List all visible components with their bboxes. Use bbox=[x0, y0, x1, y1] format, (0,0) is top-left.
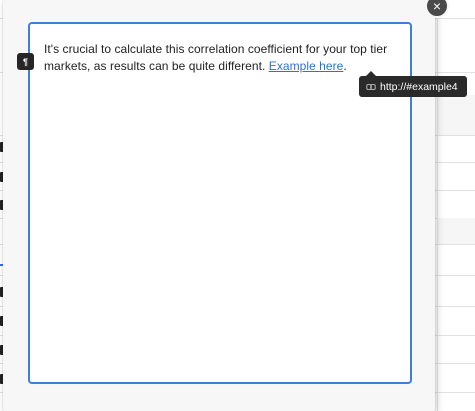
link-icon bbox=[366, 82, 376, 92]
example-link[interactable]: Example here bbox=[269, 59, 344, 73]
close-glyph: × bbox=[432, 0, 442, 14]
background-column-divider bbox=[437, 0, 438, 411]
link-tooltip[interactable]: http://#example4 bbox=[359, 76, 467, 97]
paragraph-icon[interactable]: ¶ bbox=[17, 53, 34, 70]
paragraph-glyph: ¶ bbox=[22, 56, 28, 67]
editor-content[interactable]: It's crucial to calculate this correlati… bbox=[44, 41, 394, 75]
rich-text-editor[interactable]: It's crucial to calculate this correlati… bbox=[28, 22, 412, 384]
background-header-cell bbox=[437, 95, 475, 135]
editor-text-after-link: . bbox=[343, 59, 347, 73]
cell-editor-modal: It's crucial to calculate this correlati… bbox=[3, 0, 435, 411]
link-tooltip-url: http://#example4 bbox=[380, 80, 458, 93]
background-header-cell bbox=[437, 218, 475, 244]
